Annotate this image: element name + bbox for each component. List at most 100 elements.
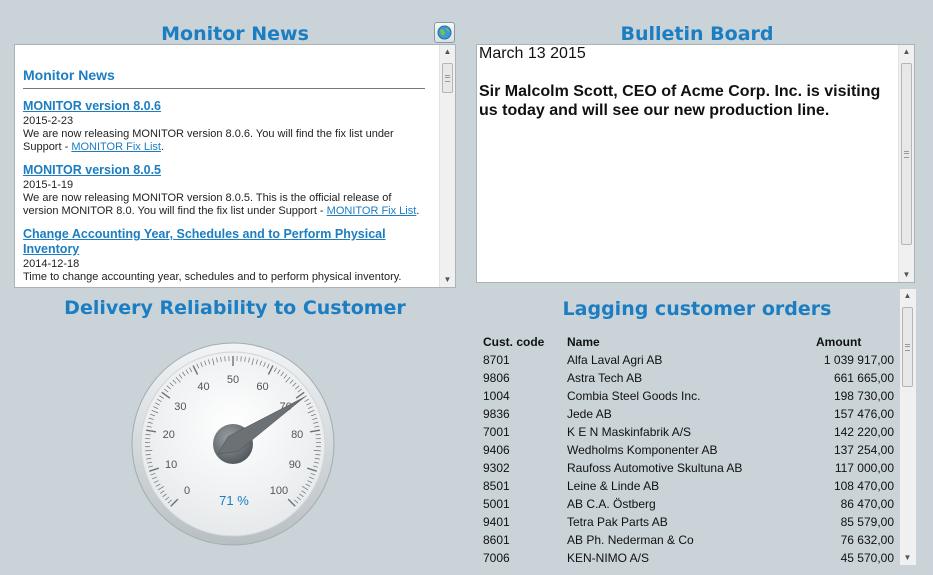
name-cell: Tetra Pak Parts AB (567, 515, 668, 529)
cust-code-cell: 8601 (483, 533, 510, 547)
news-item-title[interactable]: MONITOR version 8.0.5 (23, 163, 425, 178)
cust-code-cell: 8501 (483, 479, 510, 493)
amount-cell: 85 579,00 (840, 515, 894, 529)
scroll-down-icon[interactable]: ▼ (440, 273, 455, 287)
orders-scrollbar[interactable]: ▲ ▼ (900, 289, 916, 565)
amount-cell: 1 039 917,00 (823, 353, 894, 367)
news-item: Change Accounting Year, Schedules and to… (23, 227, 425, 284)
table-row[interactable]: 5001 AB C.A. Östberg 86 470,00 (483, 495, 894, 513)
gauge-tick-label: 100 (270, 485, 288, 497)
amount-cell: 198 730,00 (833, 389, 894, 403)
gauge-tick-label: 90 (289, 459, 301, 471)
table-row[interactable]: 9401 Tetra Pak Parts AB 85 579,00 (483, 513, 894, 531)
name-cell: K E N Maskinfabrik A/S (567, 425, 692, 439)
news-item-title[interactable]: MONITOR version 8.0.6 (23, 99, 425, 114)
news-item-date: 2015-1-19 (23, 179, 74, 191)
scroll-down-icon[interactable]: ▼ (899, 268, 914, 282)
orders-body: 8701 Alfa Laval Agri AB 1 039 917,00 9806 As… (483, 351, 894, 567)
news-item-date: 2015-2-23 (23, 115, 74, 127)
news-scrollbar[interactable]: ▲ ▼ (439, 45, 455, 287)
news-panel: Monitor News MONITOR version 8.0.6 2015-2… (14, 44, 456, 288)
globe-icon (437, 25, 452, 40)
gauge-tick-label: 0 (184, 485, 190, 497)
table-row[interactable]: 9406 Wedholms Komponenter AB 137 254,00 (483, 441, 894, 459)
scroll-up-icon[interactable]: ▲ (900, 289, 915, 303)
news-item: MONITOR version 8.0.6 2015-2-23 We are now… (23, 99, 425, 154)
name-cell: Alfa Laval Agri AB (567, 353, 663, 367)
table-row[interactable]: 7006 KEN-NIMO A/S 45 570,00 (483, 549, 894, 567)
cust-code-cell: 9806 (483, 371, 510, 385)
table-row[interactable]: 9302 Raufoss Automotive Skultuna AB 117 00… (483, 459, 894, 477)
table-row[interactable]: 9836 Jede AB 157 476,00 (483, 405, 894, 423)
cust-code-cell: 9401 (483, 515, 510, 529)
bulletin-message: Sir Malcolm Scott, CEO of Acme Corp. Inc… (479, 83, 881, 119)
gauge-value-label: 71 % (219, 493, 249, 508)
news-content: Monitor News MONITOR version 8.0.6 2015-2… (23, 53, 425, 287)
table-row[interactable]: 7001 K E N Maskinfabrik A/S 142 220,00 (483, 423, 894, 441)
globe-icon-button[interactable] (434, 22, 455, 43)
cust-code-cell: 1004 (483, 389, 510, 403)
bulletin-panel: March 13 2015 Sir Malcolm Scott, CEO of … (476, 44, 915, 283)
news-scroll-thumb[interactable] (442, 63, 453, 93)
table-row[interactable]: 1004 Combia Steel Goods Inc. 198 730,00 (483, 387, 894, 405)
news-item-body: We are now releasing MONITOR version 8.0… (23, 192, 420, 217)
name-cell: KEN-NIMO A/S (567, 551, 650, 565)
bulletin-panel-title: Bulletin Board (620, 23, 774, 45)
cust-code-cell: 9836 (483, 407, 510, 421)
table-row[interactable]: 8501 Leine & Linde AB 108 470,00 (483, 477, 894, 495)
orders-scroll-thumb[interactable] (902, 307, 913, 387)
amount-cell: 157 476,00 (833, 407, 894, 421)
column-header-name[interactable]: Name (567, 333, 777, 351)
gauge-panel-title: Delivery Reliability to Customer (64, 297, 406, 319)
scroll-up-icon[interactable]: ▲ (440, 45, 455, 59)
table-row[interactable]: 8601 AB Ph. Nederman & Co 76 632,00 (483, 531, 894, 549)
name-cell: Jede AB (567, 407, 612, 421)
news-panel-title: Monitor News (161, 23, 309, 45)
cust-code-cell: 5001 (483, 497, 510, 511)
cust-code-cell: 9302 (483, 461, 510, 475)
bulletin-scrollbar[interactable]: ▲ ▼ (898, 45, 914, 282)
column-header-amount[interactable]: Amount (777, 333, 894, 351)
amount-cell: 661 665,00 (833, 371, 894, 385)
name-cell: Astra Tech AB (567, 371, 643, 385)
cust-code-cell: 9406 (483, 443, 510, 457)
amount-cell: 108 470,00 (833, 479, 894, 493)
table-row[interactable]: 9806 Astra Tech AB 661 665,00 (483, 369, 894, 387)
name-cell: Leine & Linde AB (567, 479, 660, 493)
bulletin-date: March 13 2015 (479, 45, 586, 62)
name-cell: Combia Steel Goods Inc. (567, 389, 701, 403)
news-list: MONITOR version 8.0.6 2015-2-23 We are now… (23, 99, 425, 284)
gauge-tick-label: 80 (291, 429, 303, 441)
amount-cell: 76 632,00 (840, 533, 894, 547)
name-cell: AB Ph. Nederman & Co (567, 533, 694, 547)
cust-code-cell: 7006 (483, 551, 510, 565)
news-item-date: 2014-12-18 (23, 258, 80, 270)
column-header-cust-code[interactable]: Cust. code (483, 333, 567, 351)
bulletin-scroll-thumb[interactable] (901, 63, 912, 245)
gauge-tick-label: 50 (227, 374, 239, 386)
scroll-down-icon[interactable]: ▼ (900, 551, 915, 565)
cust-code-cell: 8701 (483, 353, 510, 367)
news-item-title[interactable]: Change Accounting Year, Schedules and to… (23, 227, 425, 257)
orders-header-row: Cust. code Name Amount (483, 333, 894, 351)
orders-table: Cust. code Name Amount 8701 Alfa Laval Ag… (483, 333, 894, 567)
cust-code-cell: 7001 (483, 425, 510, 439)
gauge-tick-label: 40 (197, 381, 209, 393)
fix-list-link[interactable]: MONITOR Fix List (71, 141, 161, 153)
amount-cell: 137 254,00 (833, 443, 894, 457)
news-item-body: Time to change accounting year, schedule… (23, 271, 402, 283)
amount-cell: 142 220,00 (833, 425, 894, 439)
news-item-body: We are now releasing MONITOR version 8.0… (23, 128, 394, 153)
table-row[interactable]: 8701 Alfa Laval Agri AB 1 039 917,00 (483, 351, 894, 369)
name-cell: Raufoss Automotive Skultuna AB (567, 461, 743, 475)
name-cell: Wedholms Komponenter AB (567, 443, 718, 457)
scroll-up-icon[interactable]: ▲ (899, 45, 914, 59)
gauge-tick-label: 60 (256, 381, 268, 393)
fix-list-link[interactable]: MONITOR Fix List (327, 205, 417, 217)
amount-cell: 86 470,00 (840, 497, 894, 511)
delivery-reliability-gauge: 0102030405060708090100 71 % (131, 342, 335, 546)
orders-panel-title: Lagging customer orders (562, 298, 832, 320)
gauge-tick-label: 10 (165, 459, 177, 471)
gauge-tick-label: 30 (174, 401, 186, 413)
amount-cell: 45 570,00 (840, 551, 894, 565)
